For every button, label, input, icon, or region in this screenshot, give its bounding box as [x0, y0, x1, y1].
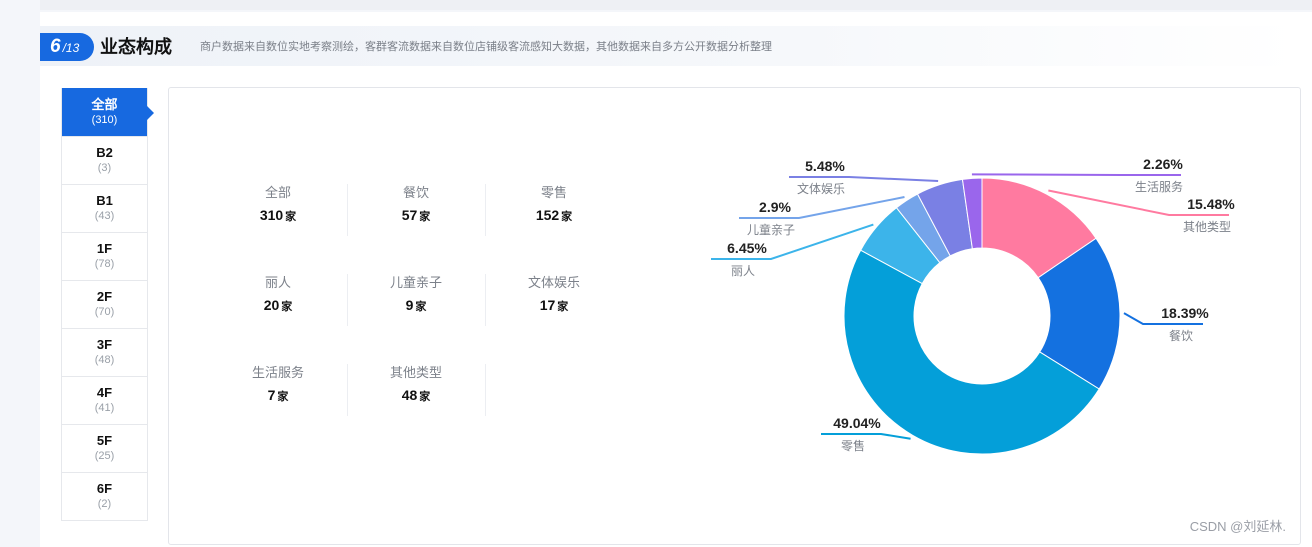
slice-name-label: 其他类型 — [1183, 220, 1231, 234]
floor-tab-label: 3F — [96, 337, 113, 352]
floor-tab-label: 2F — [96, 289, 113, 304]
floor-tab-count: (70) — [94, 306, 115, 318]
slice-name-label: 丽人 — [731, 264, 755, 278]
slice-name-label: 零售 — [841, 438, 865, 453]
floor-tab-all[interactable]: 全部 (310) — [62, 88, 154, 136]
floor-tab-count: (310) — [91, 114, 118, 126]
floor-tab-count: (78) — [94, 258, 115, 270]
donut-chart: 15.48% 其他类型 18.39% 餐饮 49.04% 零售 6.45% 丽人 2.9% 儿童亲… — [711, 156, 1235, 455]
watermark: CSDN @刘延林. — [1189, 519, 1286, 534]
slice-percent-label: 49.04% — [833, 415, 881, 431]
floor-tab-label: B2 — [96, 145, 113, 160]
floor-tab-1f[interactable]: 1F (78) — [62, 232, 147, 280]
leader-line — [789, 176, 939, 182]
floor-tab-label: 5F — [96, 433, 113, 448]
floor-tab-list: 全部 (310) B2 (3) B1 (43) 1F (78) 2F (70) … — [61, 88, 154, 521]
floor-tab-5f[interactable]: 5F (25) — [62, 424, 147, 472]
slice-name-label: 餐饮 — [1169, 328, 1193, 343]
floor-tab-label: 1F — [96, 241, 113, 256]
floor-tab-count: (43) — [94, 210, 115, 222]
floor-tab-4f[interactable]: 4F (41) — [62, 376, 147, 424]
floor-tab-label: B1 — [96, 193, 113, 208]
floor-tab-label: 6F — [96, 481, 113, 496]
section-title: 业态构成 — [100, 37, 172, 57]
leader-line — [821, 433, 911, 440]
chart-panel: 全部 310 家 餐饮 57 家 零售 152 家 丽人 20 家 儿童亲子 9家 文体… — [168, 87, 1301, 545]
floor-tab-b1[interactable]: B1 (43) — [62, 184, 147, 232]
floor-tab-3f[interactable]: 3F (48) — [62, 328, 147, 376]
floor-tab-count: (25) — [94, 450, 115, 462]
floor-tab-label: 4F — [96, 385, 113, 400]
slice-percent-label: 2.26% — [1143, 156, 1183, 172]
slice-name-label: 儿童亲子 — [747, 222, 795, 237]
slice-name-label: 文体娱乐 — [797, 181, 845, 196]
floor-tab-count: (41) — [94, 402, 115, 414]
floor-tab-6f[interactable]: 6F (2) — [62, 472, 147, 520]
slice-percent-label: 18.39% — [1161, 305, 1209, 321]
leader-line — [971, 173, 1181, 176]
slice-percent-label: 15.48% — [1187, 196, 1235, 212]
floor-tab-label: 全部 — [91, 97, 118, 112]
slice-percent-label: 5.48% — [805, 158, 845, 174]
floor-tab-count: (2) — [97, 498, 112, 510]
section-total: /13 — [62, 41, 80, 55]
slice-percent-label: 6.45% — [727, 240, 767, 256]
slice-name-label: 生活服务 — [1135, 179, 1183, 194]
floor-tab-count: (48) — [94, 354, 115, 366]
section-index: 6 — [50, 36, 61, 57]
section-index-badge: 6 /13 — [40, 33, 94, 61]
floor-tab-b2[interactable]: B2 (3) — [62, 136, 147, 184]
slice-percent-label: 2.9% — [759, 199, 791, 215]
floor-tab-count: (3) — [97, 162, 112, 174]
top-strip — [40, 0, 1312, 10]
floor-tab-2f[interactable]: 2F (70) — [62, 280, 147, 328]
section-description: 商户数据来自数位实地考察测绘，客群客流数据来自数位店铺级客流感知大数据，其他数据… — [200, 41, 772, 53]
